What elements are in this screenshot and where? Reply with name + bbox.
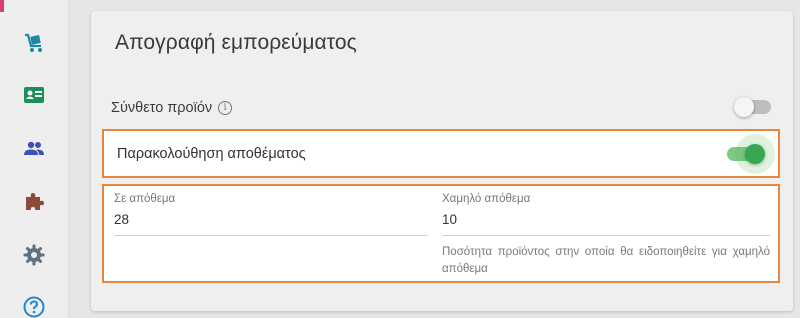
cart-icon [25, 33, 42, 52]
info-icon[interactable]: i [218, 101, 233, 115]
stock-tracking-toggle[interactable] [727, 134, 775, 174]
id-card-icon [24, 87, 44, 103]
sidebar-item-help[interactable] [21, 294, 47, 318]
sidebar-item-extensions[interactable] [21, 189, 47, 215]
in-stock-field[interactable]: Σε απόθεμα 28 [114, 193, 428, 236]
in-stock-input[interactable]: 28 [114, 212, 428, 227]
low-stock-underline [442, 235, 770, 236]
users-icon [24, 141, 44, 155]
composite-product-label: Σύνθετο προϊόν [111, 100, 213, 116]
sidebar-active-indicator [0, 0, 4, 12]
composite-product-toggle[interactable] [734, 97, 771, 117]
low-stock-label: Χαμηλό απόθεμα [442, 193, 531, 205]
stock-tracking-row: Παρακολούθηση αποθέματος [102, 129, 780, 178]
in-stock-label: Σε απόθεμα [114, 193, 176, 205]
low-stock-field[interactable]: Χαμηλό απόθεμα 10 Ποσότητα προϊόντος στη… [442, 193, 770, 295]
toggle-knob [734, 97, 754, 117]
low-stock-input[interactable]: 10 [442, 212, 770, 227]
stock-fields-group: Σε απόθεμα 28 Χαμηλό απόθεμα 10 Ποσότητα… [102, 184, 780, 283]
sidebar-item-cart[interactable] [21, 30, 47, 56]
in-stock-underline [114, 235, 428, 236]
composite-product-row: Σύνθετο προϊόν i [111, 96, 771, 120]
stock-tracking-label: Παρακολούθηση αποθέματος [117, 146, 306, 162]
sidebar [0, 0, 69, 318]
puzzle-icon [26, 193, 44, 210]
sidebar-item-contacts[interactable] [21, 82, 47, 108]
low-stock-hint: Ποσότητα προϊόντος στην οποία θα ειδοποι… [442, 246, 770, 275]
toggle-knob [745, 144, 765, 164]
help-icon [23, 296, 45, 318]
card-title: Απογραφή εμπορεύματος [115, 31, 357, 54]
gear-icon [23, 244, 45, 266]
sidebar-item-settings[interactable] [21, 242, 47, 268]
sidebar-item-users[interactable] [21, 136, 47, 162]
